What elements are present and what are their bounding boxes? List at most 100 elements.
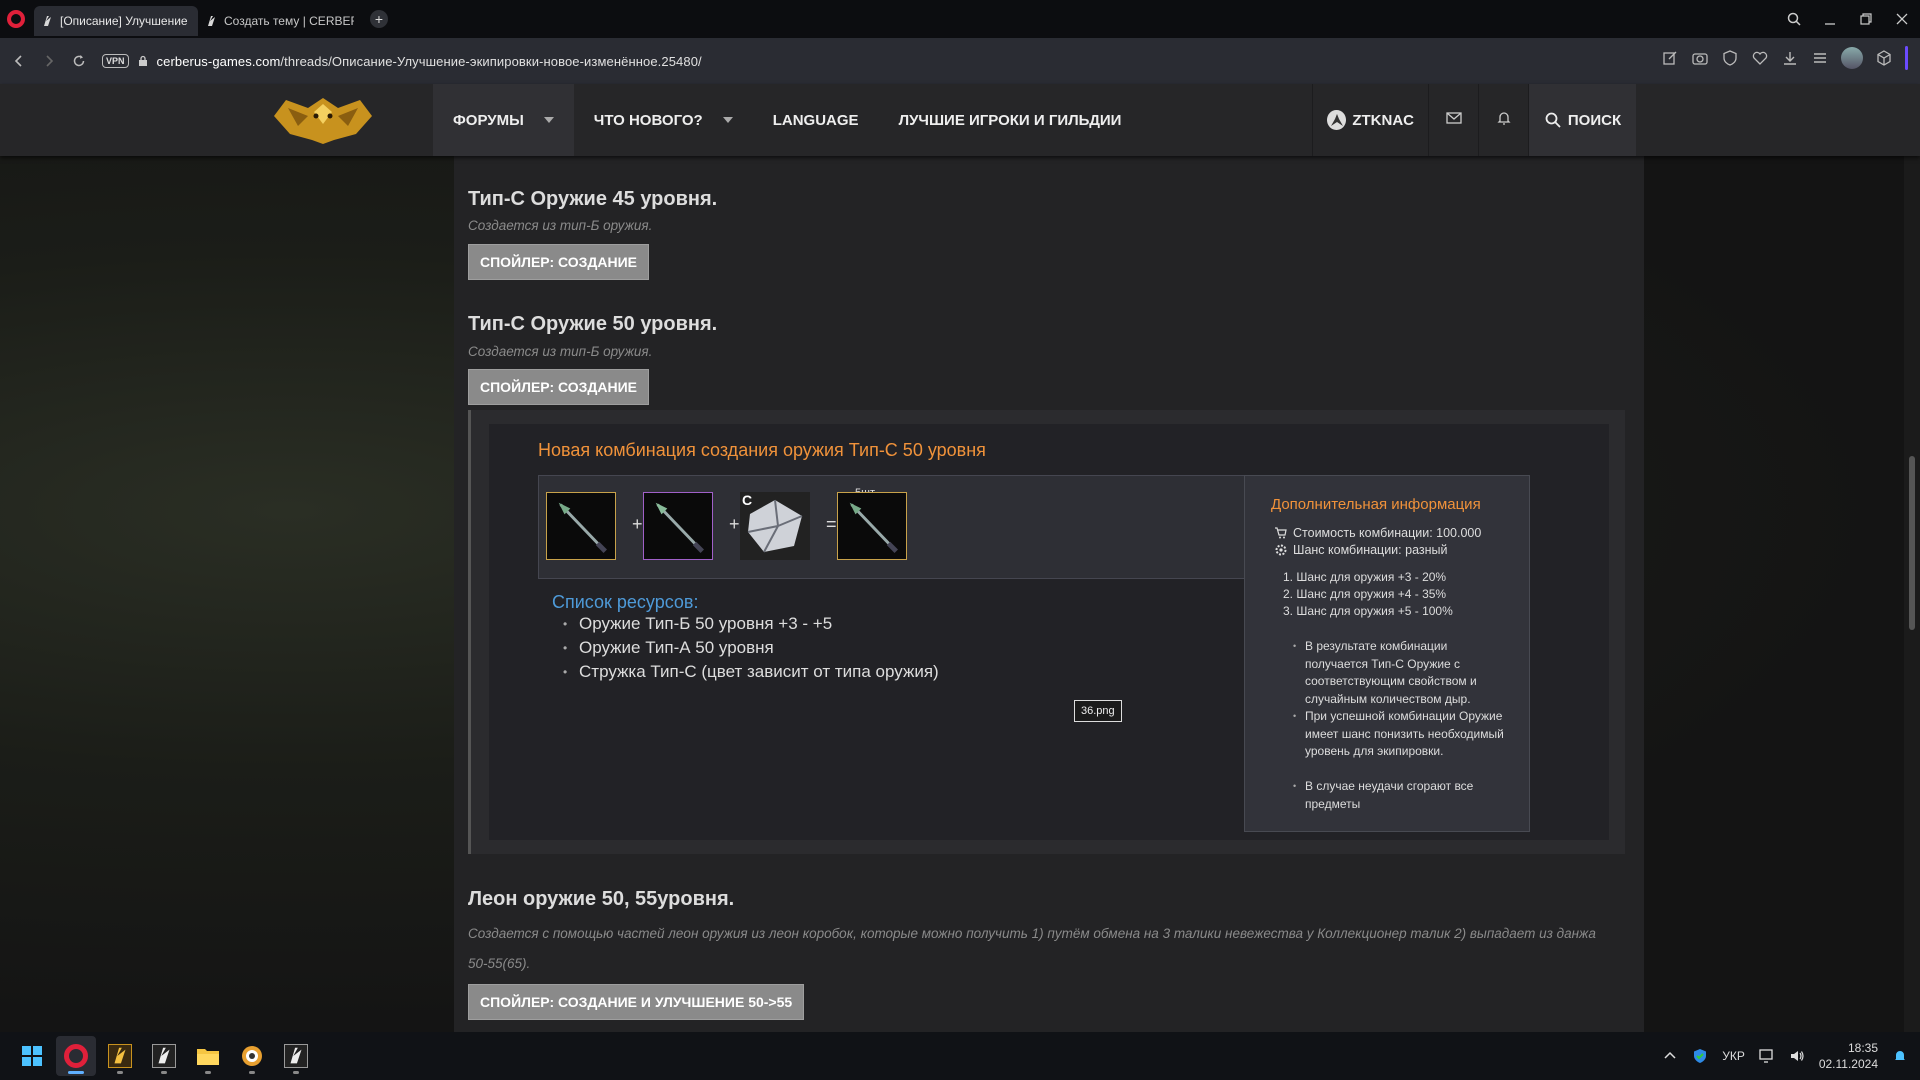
search-button[interactable]: ПОИСК (1528, 84, 1636, 156)
nav-top-players[interactable]: ЛУЧШИЕ ИГРОКИ И ГИЛЬДИИ (879, 84, 1142, 156)
shield-icon[interactable] (1721, 49, 1739, 67)
notification-icon[interactable] (1892, 1048, 1908, 1064)
section-desc-50: Создается из тип-Б оружия. (468, 344, 653, 359)
spoiler-button-45[interactable]: СПОЙЛЕР: СОЗДАНИЕ (468, 244, 650, 280)
combo-panel: Новая комбинация создания оружия Тип-С 5… (489, 424, 1609, 840)
address-bar: VPN cerberus-games.com/threads/Описание-… (0, 38, 1920, 84)
tab-active[interactable]: [Описание] Улучшение э (34, 6, 198, 36)
resource-item: Стружка Тип-С (цвет зависит от типа оруж… (563, 662, 939, 682)
network-icon[interactable] (1759, 1048, 1775, 1064)
folder-icon (196, 1046, 220, 1066)
start-button[interactable] (12, 1036, 52, 1076)
spoiler-content: Новая комбинация создания оружия Тип-С 5… (468, 410, 1625, 854)
page-scrollbar[interactable] (1904, 84, 1920, 1032)
taskbar-explorer[interactable] (188, 1036, 228, 1076)
weapon-c-result-slot[interactable] (837, 492, 907, 560)
chevron-down-icon[interactable] (722, 117, 733, 123)
running-indicator (117, 1071, 123, 1074)
game-app-icon (108, 1044, 132, 1068)
bell-icon (1495, 109, 1513, 131)
taskbar-app-eye[interactable] (232, 1036, 272, 1076)
nav-forums[interactable]: ФОРУМЫ (433, 84, 574, 156)
download-icon[interactable] (1781, 49, 1799, 67)
user-menu-button[interactable]: ZTKNAC (1312, 84, 1428, 156)
running-indicator (249, 1071, 255, 1074)
eye-app-icon (240, 1044, 264, 1068)
keyboard-language[interactable]: УКР (1722, 1049, 1745, 1063)
nav-language[interactable]: LANGUAGE (753, 84, 879, 156)
weapon-a-slot[interactable] (643, 492, 713, 560)
volume-icon[interactable] (1789, 1048, 1805, 1064)
username: ZTKNAC (1352, 111, 1414, 129)
back-icon[interactable] (4, 46, 34, 76)
lock-icon[interactable] (137, 55, 149, 67)
chance-item: 3. Шанс для оружия +5 - 100% (1283, 604, 1453, 618)
url-host: cerberus-games.com (156, 53, 281, 69)
browser-toolbar-extensions (1661, 46, 1908, 70)
info-chance: Шанс комбинации: разный (1275, 543, 1447, 557)
clock[interactable]: 18:35 02.11.2024 (1819, 1040, 1878, 1072)
chevron-up-icon[interactable] (1662, 1048, 1678, 1064)
new-tab-button[interactable]: + (370, 10, 388, 28)
combo-title: Новая комбинация создания оружия Тип-С 5… (538, 440, 986, 460)
info-chance-text: Шанс комбинации: разный (1293, 543, 1448, 557)
weapon-b-slot[interactable] (546, 492, 616, 560)
reload-icon[interactable] (64, 46, 94, 76)
section-title-50: Тип-С Оружие 50 уровня. (468, 313, 718, 335)
restore-icon[interactable] (1848, 0, 1884, 38)
gear-icon (1275, 544, 1293, 556)
nav-language-label: LANGUAGE (772, 111, 859, 129)
resources-title: Список ресурсов: (552, 592, 699, 612)
profile-avatar[interactable] (1841, 47, 1863, 69)
extensions-icon[interactable] (1875, 49, 1893, 67)
url-input[interactable]: cerberus-games.com/threads/Описание-Улуч… (157, 54, 702, 69)
section-desc-leon: Создается с помощью частей леон оружия и… (468, 926, 1596, 971)
spoiler-button-50[interactable]: СПОЙЛЕР: СОЗДАНИЕ (468, 369, 650, 405)
site-header: ФОРУМЫ ЧТО НОВОГО? LANGUAGE ЛУЧШИЕ ИГРОК… (0, 84, 1920, 156)
close-icon[interactable] (1884, 0, 1920, 38)
crystal-grade: C (742, 492, 753, 508)
taskbar-opera[interactable] (56, 1036, 96, 1076)
plus-sign: + (729, 514, 740, 534)
browser-search-icon[interactable] (1776, 0, 1812, 38)
forward-icon[interactable] (34, 46, 64, 76)
clock-date: 02.11.2024 (1818, 1057, 1878, 1071)
game-app-icon (284, 1044, 308, 1068)
alerts-button[interactable] (1478, 84, 1528, 156)
inbox-button[interactable] (1428, 84, 1478, 156)
taskbar-game-3[interactable] (276, 1036, 316, 1076)
resource-item: Оружие Тип-А 50 уровня (563, 638, 774, 658)
heart-icon[interactable] (1751, 49, 1769, 67)
equals-sign: = (826, 514, 837, 534)
chance-item: 2. Шанс для оружия +4 - 35% (1283, 587, 1447, 601)
minimize-icon[interactable] (1812, 0, 1848, 38)
tab-title: [Описание] Улучшение э (60, 14, 190, 28)
shavings-slot[interactable]: C (740, 492, 810, 560)
plus-sign: + (632, 514, 643, 534)
chevron-down-icon[interactable] (543, 117, 554, 123)
site-logo[interactable] (268, 94, 378, 146)
spoiler-button-leon[interactable]: СПОЙЛЕР: СОЗДАНИЕ И УЛУЧШЕНИЕ 50->55 (468, 984, 805, 1020)
chance-item: 1. Шанс для оружия +3 - 20% (1283, 570, 1447, 584)
section-title-leon: Леон оружие 50, 55уровня. (468, 888, 735, 910)
vpn-badge[interactable]: VPN (102, 54, 129, 68)
nav-whats-new[interactable]: ЧТО НОВОГО? (574, 84, 753, 156)
note-item: При успешной комбинации Оружие имеет шан… (1293, 708, 1510, 761)
tab-create-topic[interactable]: Создать тему | CERBERUS (198, 6, 362, 36)
nav-whats-new-label: ЧТО НОВОГО? (593, 111, 703, 129)
easy-setup-icon[interactable] (1811, 49, 1829, 67)
note-item: В случае неудачи сгорают все предметы (1293, 778, 1510, 813)
opera-menu-icon[interactable] (7, 10, 25, 28)
edit-page-icon[interactable] (1661, 49, 1679, 67)
clock-time: 18:35 (1847, 1041, 1878, 1055)
defender-icon[interactable] (1692, 1048, 1708, 1064)
note-item: В результате комбинации получается Тип-С… (1293, 638, 1510, 708)
user-avatar-icon (1327, 110, 1347, 130)
taskbar-game-1[interactable] (100, 1036, 140, 1076)
camera-icon[interactable] (1691, 49, 1709, 67)
nav-forums-label: ФОРУМЫ (453, 111, 524, 129)
scrollbar-thumb[interactable] (1909, 456, 1915, 630)
taskbar-game-2[interactable] (144, 1036, 184, 1076)
system-tray: УКР 18:35 02.11.2024 (1662, 1032, 1908, 1080)
main-nav: ФОРУМЫ ЧТО НОВОГО? LANGUAGE ЛУЧШИЕ ИГРОК… (433, 84, 1141, 156)
